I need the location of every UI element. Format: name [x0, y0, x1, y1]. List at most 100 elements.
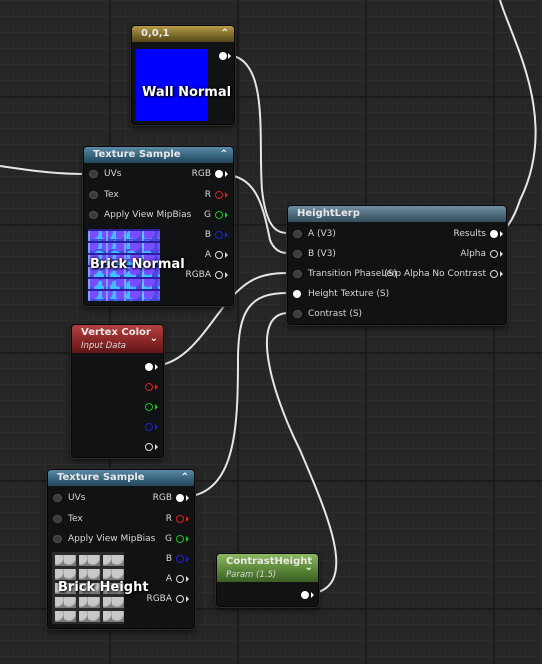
r-output-arrow-icon — [225, 192, 228, 198]
wire-contrast-to-contrast[interactable] — [266, 312, 338, 595]
contrast-output-pin[interactable] — [301, 591, 309, 599]
rgba-output-arrow-icon — [186, 596, 189, 602]
heightlerp-header[interactable]: HeightLerp — [288, 206, 506, 222]
brick-height-preview: Brick Height — [52, 552, 149, 624]
alpha-output-pin[interactable] — [490, 250, 498, 258]
texture-sample-2-title: Texture Sample — [57, 472, 145, 483]
r-output-label: R — [204, 190, 211, 200]
r-output-arrow-icon — [186, 516, 189, 522]
chevron-up-icon[interactable]: ⌃ — [221, 26, 229, 42]
contrast-output-arrow-icon — [311, 592, 314, 598]
contrast-input-label: Contrast (S) — [308, 309, 363, 319]
lerp-alpha-output-label: Lerp Alpha No Contrast — [381, 269, 486, 279]
a-output-arrow-icon — [225, 252, 228, 258]
g-output-pin[interactable] — [176, 535, 184, 543]
constant-node[interactable]: 0,0,1 ⌃ Wall Normal — [131, 25, 235, 125]
height-texture-input-label: Height Texture (S) — [308, 289, 390, 299]
a-output-arrow-icon — [186, 576, 189, 582]
rgba-output-pin[interactable] — [215, 271, 223, 279]
brick-normal-preview-label: Brick Normal — [90, 257, 185, 272]
rgba-output-label: RGBA — [146, 594, 172, 604]
wire-offscreen-to-uvs[interactable] — [0, 165, 87, 175]
mipbias-input-pin[interactable] — [89, 211, 98, 219]
wire-constant-to-a[interactable] — [227, 54, 288, 234]
chevron-down-icon[interactable]: ⌄ — [150, 331, 158, 347]
b-output-label: B — [204, 230, 211, 240]
r-output-label: R — [165, 514, 172, 524]
b-input-label: B (V3) — [308, 249, 336, 259]
wire-tex2-rgb-to-height[interactable] — [185, 292, 288, 498]
tex-input-pin[interactable] — [89, 191, 98, 199]
vertex-a-output-pin[interactable] — [145, 443, 153, 451]
constant-preview: Wall Normal — [136, 49, 231, 121]
results-output-label: Results — [453, 229, 487, 239]
g-output-pin[interactable] — [215, 211, 223, 219]
tex-input-label: Tex — [104, 190, 119, 200]
uvs-input-pin[interactable] — [53, 494, 62, 502]
lerp-alpha-output-pin[interactable] — [490, 270, 498, 278]
texture-sample-node-1[interactable]: Texture Sample ⌃ UVs Tex Apply View MipB… — [83, 146, 234, 306]
chevron-up-icon[interactable]: ⌃ — [220, 147, 228, 163]
vertex-color-header[interactable]: Vertex Color Input Data ⌄ — [72, 325, 163, 353]
mipbias-input-pin[interactable] — [53, 535, 62, 543]
a-output-pin[interactable] — [215, 251, 223, 259]
rgb-output-label: RGB — [191, 169, 211, 179]
vertex-color-node[interactable]: Vertex Color Input Data ⌄ — [71, 324, 164, 458]
rgb-output-label: RGB — [152, 493, 172, 503]
a-input-label: A (V3) — [308, 229, 336, 239]
b-output-pin[interactable] — [176, 555, 184, 563]
constant-node-header[interactable]: 0,0,1 ⌃ — [132, 26, 234, 42]
brick-normal-preview: Brick Normal — [88, 229, 185, 301]
tex-input-pin[interactable] — [53, 515, 62, 523]
vertex-rgb-arrow-icon — [155, 364, 158, 370]
uvs-input-label: UVs — [68, 493, 86, 503]
transition-phase-input-pin[interactable] — [293, 270, 302, 278]
a-output-label: A — [204, 250, 211, 260]
lerp-alpha-output-arrow-icon — [500, 271, 503, 277]
g-output-arrow-icon — [186, 536, 189, 542]
height-texture-input-pin[interactable] — [293, 290, 301, 298]
constant-output-pin[interactable] — [219, 52, 227, 60]
b-output-arrow-icon — [186, 556, 189, 562]
vertex-r-output-pin[interactable] — [145, 383, 153, 391]
rgb-output-pin[interactable] — [215, 170, 223, 178]
a-input-pin[interactable] — [293, 230, 302, 238]
uvs-input-pin[interactable] — [89, 170, 98, 178]
g-output-label: G — [204, 210, 211, 220]
r-output-pin[interactable] — [176, 515, 184, 523]
chevron-up-icon[interactable]: ⌃ — [181, 470, 189, 486]
tex-input-label: Tex — [68, 514, 83, 524]
vertex-rgb-output-pin[interactable] — [145, 363, 153, 371]
rgb-output-pin[interactable] — [176, 494, 184, 502]
a-output-label: A — [165, 574, 172, 584]
a-output-pin[interactable] — [176, 575, 184, 583]
heightlerp-node[interactable]: HeightLerp A (V3) B (V3) Transition Phas… — [287, 205, 507, 325]
contrast-height-header[interactable]: ContrastHeight Param (1.5) ⌄ — [217, 554, 318, 582]
alpha-output-arrow-icon — [500, 251, 503, 257]
texture-sample-1-header[interactable]: Texture Sample ⌃ — [84, 147, 233, 163]
r-output-pin[interactable] — [215, 191, 223, 199]
vertex-g-arrow-icon — [155, 404, 158, 410]
brick-height-preview-label: Brick Height — [58, 580, 149, 595]
alpha-output-label: Alpha — [460, 249, 486, 259]
vertex-g-output-pin[interactable] — [145, 403, 153, 411]
constant-preview-label: Wall Normal — [142, 85, 232, 100]
texture-sample-2-header[interactable]: Texture Sample ⌃ — [48, 470, 194, 486]
rgb-output-arrow-icon — [186, 495, 189, 501]
b-output-pin[interactable] — [215, 231, 223, 239]
contrast-input-pin[interactable] — [293, 310, 302, 318]
contrast-height-node[interactable]: ContrastHeight Param (1.5) ⌄ — [216, 553, 319, 607]
results-output-arrow-icon — [500, 231, 503, 237]
b-input-pin[interactable] — [293, 250, 302, 258]
rgba-output-pin[interactable] — [176, 595, 184, 603]
rgba-output-arrow-icon — [225, 272, 228, 278]
constant-output-arrow-icon — [228, 53, 231, 59]
b-output-label: B — [165, 554, 172, 564]
vertex-r-arrow-icon — [155, 384, 158, 390]
wire-top-right[interactable] — [499, 0, 537, 234]
chevron-down-icon[interactable]: ⌄ — [305, 560, 313, 576]
results-output-pin[interactable] — [490, 230, 498, 238]
vertex-b-output-pin[interactable] — [145, 423, 153, 431]
vertex-b-arrow-icon — [155, 424, 158, 430]
texture-sample-node-2[interactable]: Texture Sample ⌃ UVs Tex Apply View MipB… — [47, 469, 195, 629]
